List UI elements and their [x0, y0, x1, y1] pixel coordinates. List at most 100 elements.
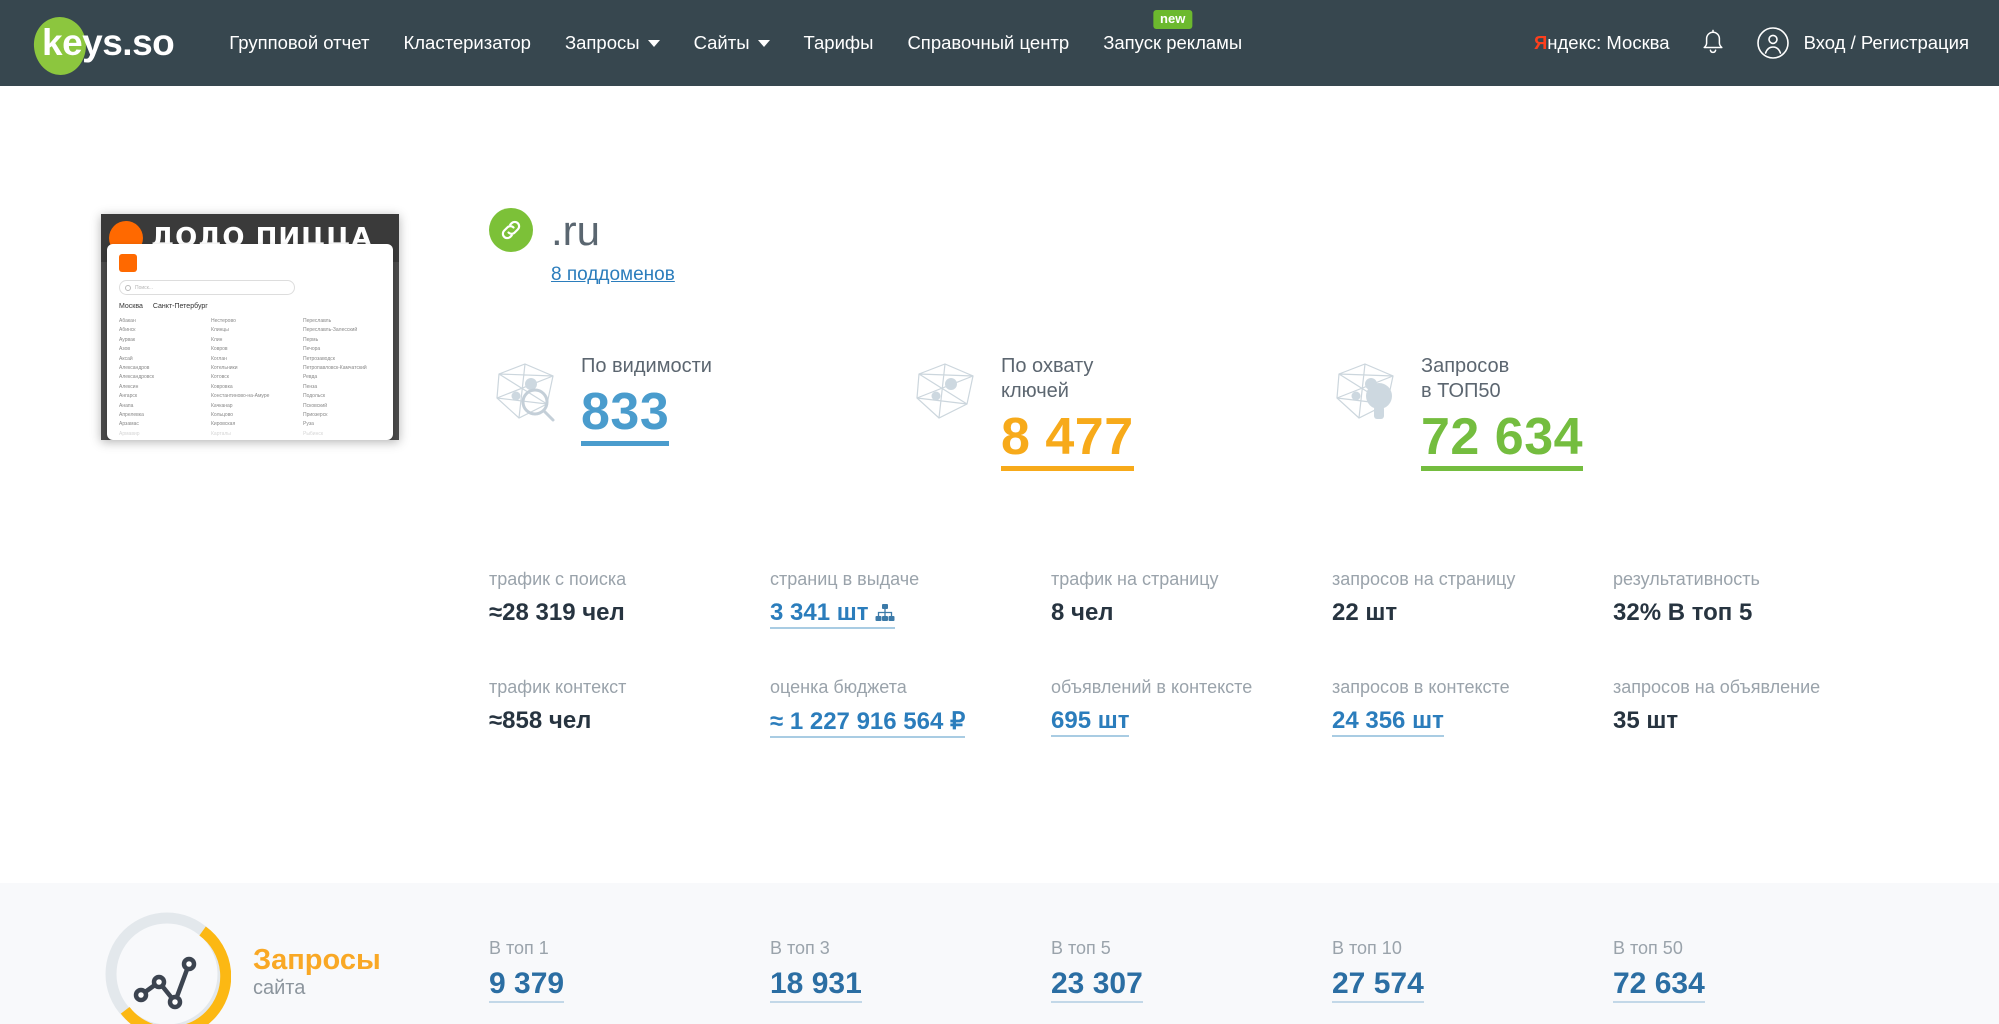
top-1-cell: В топ 1 9 379 [489, 938, 770, 1003]
domain-suffix: .ru [551, 207, 601, 254]
site-header-block: .ru 8 поддоменов [489, 208, 675, 286]
stats-row-context: трафик контекст ≈858 чел оценка бюджета … [489, 677, 1959, 738]
thumbnail-city-columns: Абакан Абинск Аурвак Азов Аксай Александ… [119, 318, 381, 437]
bell-icon [1703, 29, 1723, 54]
notifications-button[interactable] [1700, 29, 1726, 57]
thumbnail-city-item: Пермь [303, 336, 319, 343]
metric-label: По охвату ключей [1001, 355, 1094, 402]
nav-item-clusterizer[interactable]: Кластеризатор [386, 0, 548, 86]
thumbnail-city-item: Приозерск [303, 411, 328, 418]
thumbnail-city-item: Пенза [303, 383, 318, 390]
top-navigation-bar: keys.so Групповой отчет Кластеризатор За… [0, 0, 1999, 86]
nav-label: Сайты [693, 32, 750, 53]
coverage-graph-icon [909, 352, 1001, 431]
domain-title: .ru [551, 208, 675, 254]
metric-label: Запросов в ТОП50 [1421, 355, 1510, 402]
nav-item-sites[interactable]: Сайты [677, 0, 787, 86]
thumbnail-city-item: Переславль [303, 318, 332, 324]
region-selector[interactable]: Яндекс: Москва [1534, 32, 1670, 54]
thumbnail-search-field: Поиск... [119, 280, 295, 295]
site-logo[interactable]: keys.so [24, 13, 175, 77]
top-label: В топ 10 [1332, 938, 1402, 958]
stat-value-text: 3 341 шт [770, 599, 869, 626]
top-value[interactable]: 18 931 [770, 967, 862, 1003]
top-label: В топ 5 [1051, 938, 1111, 958]
thumbnail-city-column: Абакан Абинск Аурвак Азов Аксай Александ… [119, 318, 197, 437]
stat-effectiveness: результативность 32% В топ 5 [1613, 569, 1894, 629]
metric-value-visibility[interactable]: 833 [581, 383, 670, 446]
subdomains-link[interactable]: 8 поддоменов [551, 264, 675, 286]
thumbnail-city-item: Клин [211, 336, 223, 343]
metric-value-top50[interactable]: 72 634 [1421, 408, 1584, 471]
site-link-badge[interactable] [489, 208, 533, 252]
stat-value: 8 чел [1051, 599, 1114, 626]
nav-item-launch-ads[interactable]: new Запуск рекламы [1086, 0, 1259, 86]
main-nav: Групповой отчет Кластеризатор Запросы Са… [212, 0, 1259, 86]
metric-body: По охвату ключей 8 477 [1001, 348, 1134, 471]
nav-label: Групповой отчет [229, 32, 370, 53]
top-value[interactable]: 27 574 [1332, 967, 1424, 1003]
nav-label: Справочный центр [907, 32, 1070, 53]
top-5-cell: В топ 5 23 307 [1051, 938, 1332, 1003]
thumbnail-city-item: Кировская [211, 421, 236, 428]
thumbnail-city-item: Арзамас [119, 421, 139, 428]
yandex-logo-letter: Я [1533, 32, 1548, 53]
thumbnail-city-item: Аурвак [119, 336, 136, 343]
nav-item-group-report[interactable]: Групповой отчет [212, 0, 386, 86]
thumbnail-city-column: Переславль Переславль-Залесский Пермь Пе… [303, 318, 381, 437]
stat-value-pages[interactable]: 3 341 шт [770, 599, 896, 629]
logo-text: keys.so [42, 22, 175, 63]
metric-body: Запросов в ТОП50 72 634 [1421, 348, 1584, 471]
site-screenshot: ДОДО ПИЦЦА Поиск... Москва Санкт-Петербу… [101, 214, 399, 440]
thumbnail-city-tabs: Москва Санкт-Петербург [119, 303, 381, 310]
login-register-link[interactable]: Вход / Регистрация [1804, 32, 1969, 54]
nav-item-queries[interactable]: Запросы [548, 0, 677, 86]
thumbnail-city-item: Александров [119, 364, 150, 371]
stat-value-budget[interactable]: ≈ 1 227 916 564 ₽ [770, 707, 966, 738]
stat-budget-estimate: оценка бюджета ≈ 1 227 916 564 ₽ [770, 677, 1051, 738]
metric-value-coverage[interactable]: 8 477 [1001, 408, 1134, 471]
thumbnail-city-item: Константиново-на-Амуре [211, 393, 270, 400]
account-button[interactable] [1756, 26, 1790, 60]
stat-label: страниц в выдаче [770, 569, 920, 589]
stat-value-context-queries[interactable]: 24 356 шт [1332, 707, 1444, 737]
thumbnail-modal-logo-icon [119, 254, 137, 272]
stat-value: 22 шт [1332, 599, 1398, 626]
nav-item-help-center[interactable]: Справочный центр [890, 0, 1086, 86]
thumbnail-city-item: Нестерово [211, 318, 236, 324]
thumbnail-city-item: Кольцово [211, 411, 234, 418]
queries-donut-chart [103, 910, 232, 1024]
top-label: В топ 50 [1613, 938, 1683, 958]
metric-queries-top50: Запросов в ТОП50 72 634 [1329, 348, 1749, 471]
stat-search-traffic: трафик с поиска ≈28 319 чел [489, 569, 770, 629]
nav-label: Тарифы [803, 32, 874, 53]
thumbnail-city-item: Абакан [119, 318, 136, 324]
metric-visibility: По видимости 833 [489, 348, 909, 471]
nav-label: Запросы [564, 32, 640, 53]
stat-value: ≈28 319 чел [489, 599, 625, 626]
sitemap-icon [875, 604, 895, 621]
stat-label: трафик контекст [489, 677, 627, 697]
thumbnail-city-item: Азов [119, 346, 131, 353]
thumbnail-city-item: Алексин [119, 383, 139, 390]
thumbnail-city-item: Котовск [211, 374, 229, 381]
metric-key-coverage: По охвату ключей 8 477 [909, 348, 1329, 471]
donut-title-sub: сайта [253, 977, 306, 999]
nav-label: Кластеризатор [403, 32, 531, 53]
thumbnail-city-tab: Санкт-Петербург [152, 303, 208, 310]
top-value[interactable]: 23 307 [1051, 967, 1143, 1003]
nav-item-tariffs[interactable]: Тарифы [787, 0, 891, 86]
site-thumbnail[interactable]: ДОДО ПИЦЦА Поиск... Москва Санкт-Петербу… [101, 214, 399, 440]
thumbnail-city-item: Ковровка [211, 383, 233, 390]
stat-queries-per-page: запросов на страницу 22 шт [1332, 569, 1613, 629]
top-label: В топ 1 [489, 938, 549, 958]
thumbnail-city-item: Армавир [119, 430, 140, 437]
thumbnail-city-item: Котельники [211, 364, 238, 371]
stat-value-ads[interactable]: 695 шт [1051, 707, 1130, 737]
stat-queries-per-ad: запросов на объявление 35 шт [1613, 677, 1894, 738]
top-value[interactable]: 72 634 [1613, 967, 1705, 1003]
top-value[interactable]: 9 379 [489, 967, 565, 1003]
visibility-graph-icon [489, 352, 581, 431]
thumbnail-city-item: Аксай [119, 355, 133, 362]
thumbnail-city-item: Петропавловск-Камчатский [303, 364, 367, 371]
